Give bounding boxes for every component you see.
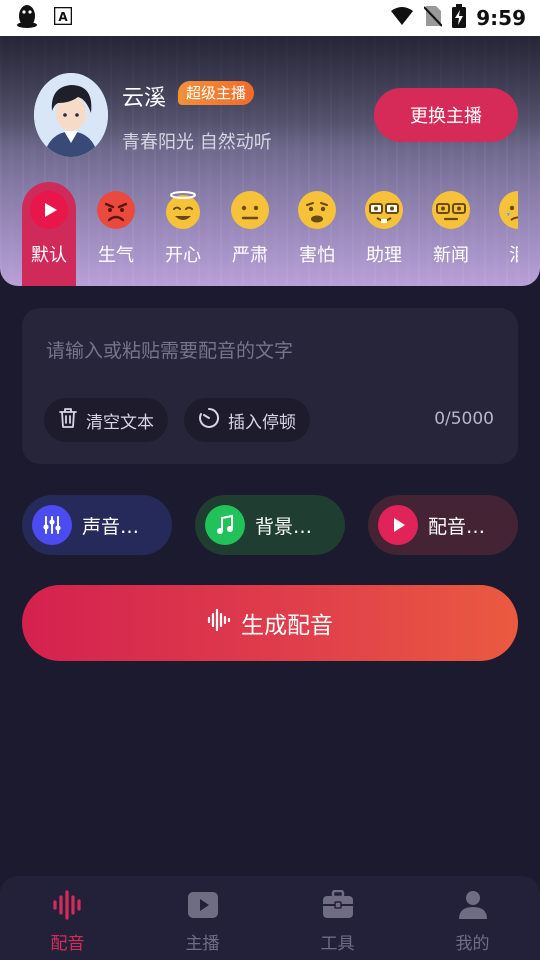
clear-text-button[interactable]: 清空文本 bbox=[44, 398, 168, 442]
toolbox-icon bbox=[322, 889, 354, 925]
tab-tools[interactable]: 工具 bbox=[270, 876, 405, 960]
dubbing-preview-label: 配音… bbox=[428, 515, 486, 538]
anchor-badge: 超级主播 bbox=[178, 81, 255, 105]
mood-label: 害怕 bbox=[299, 245, 335, 266]
timer-icon bbox=[198, 407, 220, 434]
equalizer-icon bbox=[32, 505, 72, 545]
bottom-tab-bar: 配音 主播 工具 我的 bbox=[0, 876, 540, 960]
tab-profile[interactable]: 我的 bbox=[405, 876, 540, 960]
anchor-header: 云溪 超级主播 青春阳光 自然动听 更换主播 默认 生气 开心 严肃 害怕 助理… bbox=[0, 36, 540, 286]
text-input[interactable]: 请输入或粘贴需要配音的文字 bbox=[46, 336, 293, 363]
mood-label: 严肃 bbox=[232, 245, 268, 266]
mood-item-scared[interactable]: 害怕 bbox=[290, 182, 344, 286]
background-music-label: 背景… bbox=[255, 515, 313, 538]
mood-item-cry[interactable]: 泪 bbox=[491, 182, 518, 286]
no-sim-icon bbox=[423, 5, 443, 32]
tab-label: 主播 bbox=[185, 934, 220, 954]
svg-text:A: A bbox=[58, 10, 68, 24]
insert-pause-button[interactable]: 插入停顿 bbox=[184, 398, 310, 442]
scared-face-icon bbox=[298, 191, 336, 229]
nerd-face-icon bbox=[365, 191, 403, 229]
character-counter: 0/5000 bbox=[434, 409, 494, 429]
tab-anchor[interactable]: 主播 bbox=[135, 876, 270, 960]
voice-settings-button[interactable]: 声音… bbox=[22, 495, 172, 555]
angry-face-icon bbox=[97, 191, 135, 229]
mood-label: 默认 bbox=[31, 245, 67, 266]
generate-dubbing-button[interactable]: 生成配音 bbox=[22, 585, 518, 661]
tab-label: 我的 bbox=[455, 934, 490, 954]
mood-item-news[interactable]: 新闻 bbox=[424, 182, 478, 286]
generate-dubbing-label: 生成配音 bbox=[241, 613, 333, 639]
mood-label: 生气 bbox=[98, 245, 134, 266]
mood-label: 开心 bbox=[165, 245, 201, 266]
mood-selector: 默认 生气 开心 严肃 害怕 助理 新闻 bbox=[22, 182, 518, 286]
video-play-icon bbox=[187, 890, 219, 925]
font-app-icon: A bbox=[53, 6, 73, 29]
mood-item-serious[interactable]: 严肃 bbox=[223, 182, 277, 286]
play-icon bbox=[30, 191, 68, 229]
serious-face-icon bbox=[231, 191, 269, 229]
tab-label: 配音 bbox=[50, 934, 85, 954]
anchor-name: 云溪 bbox=[122, 86, 167, 111]
clock-time: 9:59 bbox=[476, 6, 526, 30]
play-icon bbox=[378, 505, 418, 545]
insert-pause-label: 插入停顿 bbox=[228, 412, 296, 433]
anchor-description: 青春阳光 自然动听 bbox=[122, 132, 272, 153]
qq-penguin-icon bbox=[16, 3, 38, 33]
mood-label: 新闻 bbox=[433, 245, 469, 266]
anchor-avatar[interactable] bbox=[34, 73, 108, 157]
mood-item-angry[interactable]: 生气 bbox=[89, 182, 143, 286]
glasses-face-icon bbox=[432, 191, 470, 229]
mood-item-happy[interactable]: 开心 bbox=[156, 182, 210, 286]
waveform-icon bbox=[52, 890, 84, 925]
wifi-icon bbox=[390, 6, 414, 31]
status-bar: A 9:59 bbox=[0, 0, 540, 36]
happy-face-icon bbox=[164, 191, 202, 229]
mood-label: 泪 bbox=[509, 241, 518, 267]
crying-face-icon bbox=[499, 191, 518, 229]
person-icon bbox=[457, 890, 489, 925]
clear-text-label: 清空文本 bbox=[86, 412, 154, 433]
voice-settings-label: 声音… bbox=[82, 515, 140, 538]
background-music-button[interactable]: 背景… bbox=[195, 495, 345, 555]
trash-icon bbox=[58, 407, 78, 434]
mood-label: 助理 bbox=[366, 245, 402, 266]
dubbing-preview-button[interactable]: 配音… bbox=[368, 495, 518, 555]
text-input-card: 请输入或粘贴需要配音的文字 清空文本 插入停顿 0/5000 bbox=[22, 308, 518, 464]
waveform-icon bbox=[207, 608, 231, 638]
battery-charging-icon bbox=[452, 3, 467, 33]
mood-item-assistant[interactable]: 助理 bbox=[357, 182, 411, 286]
change-anchor-button[interactable]: 更换主播 bbox=[374, 88, 518, 142]
tab-dubbing[interactable]: 配音 bbox=[0, 876, 135, 960]
tab-label: 工具 bbox=[320, 934, 355, 954]
mood-item-default[interactable]: 默认 bbox=[22, 182, 76, 286]
music-note-icon bbox=[205, 505, 245, 545]
